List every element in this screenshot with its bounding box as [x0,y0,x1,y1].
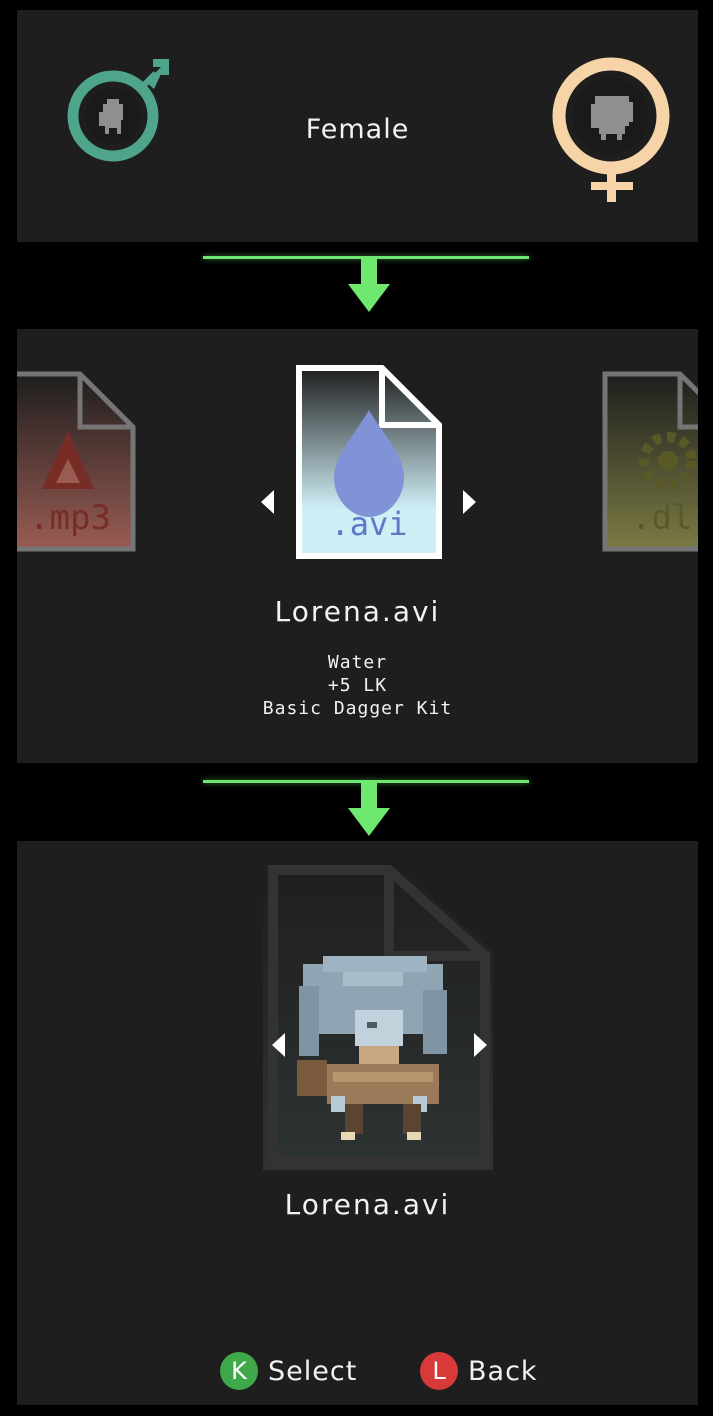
gender-panel: Female [17,10,698,242]
right-arrow-icon[interactable] [474,1033,488,1057]
file-option-mp3[interactable]: .mp3 [17,369,138,554]
file-details: Water +5 LK Basic Dagger Kit [17,651,698,720]
file-option-dll[interactable]: .dll [600,369,698,554]
select-label: Select [268,1355,358,1387]
detail-kit: Basic Dagger Kit [262,698,453,719]
file-ext-avi: .avi [330,505,407,543]
file-select-panel: .mp3 .avi .dll Lorena.avi Water +5 LK Ba… [17,329,698,763]
k-key-icon: K [220,1352,258,1390]
female-symbol-icon[interactable] [551,54,673,206]
down-arrow-icon [348,258,390,312]
l-key-icon: L [420,1352,458,1390]
down-arrow-icon [348,782,390,836]
right-arrow-icon[interactable] [463,490,477,514]
select-button[interactable]: K Select [220,1352,357,1390]
left-arrow-icon[interactable] [261,490,275,514]
selected-file-name: Lorena.avi [274,595,441,628]
detail-stat: +5 LK [327,675,388,696]
character-portrait-icon [263,860,493,1170]
back-label: Back [468,1355,538,1387]
detail-element: Water [327,652,388,673]
file-ext-mp3: .mp3 [29,498,111,538]
preview-panel: Lorena.avi [17,841,698,1405]
back-button[interactable]: L Back [420,1352,538,1390]
preview-file-name: Lorena.avi [284,1188,451,1221]
left-arrow-icon[interactable] [272,1033,286,1057]
file-ext-dll: .dll [631,498,698,538]
file-option-avi[interactable]: .avi [296,365,442,559]
